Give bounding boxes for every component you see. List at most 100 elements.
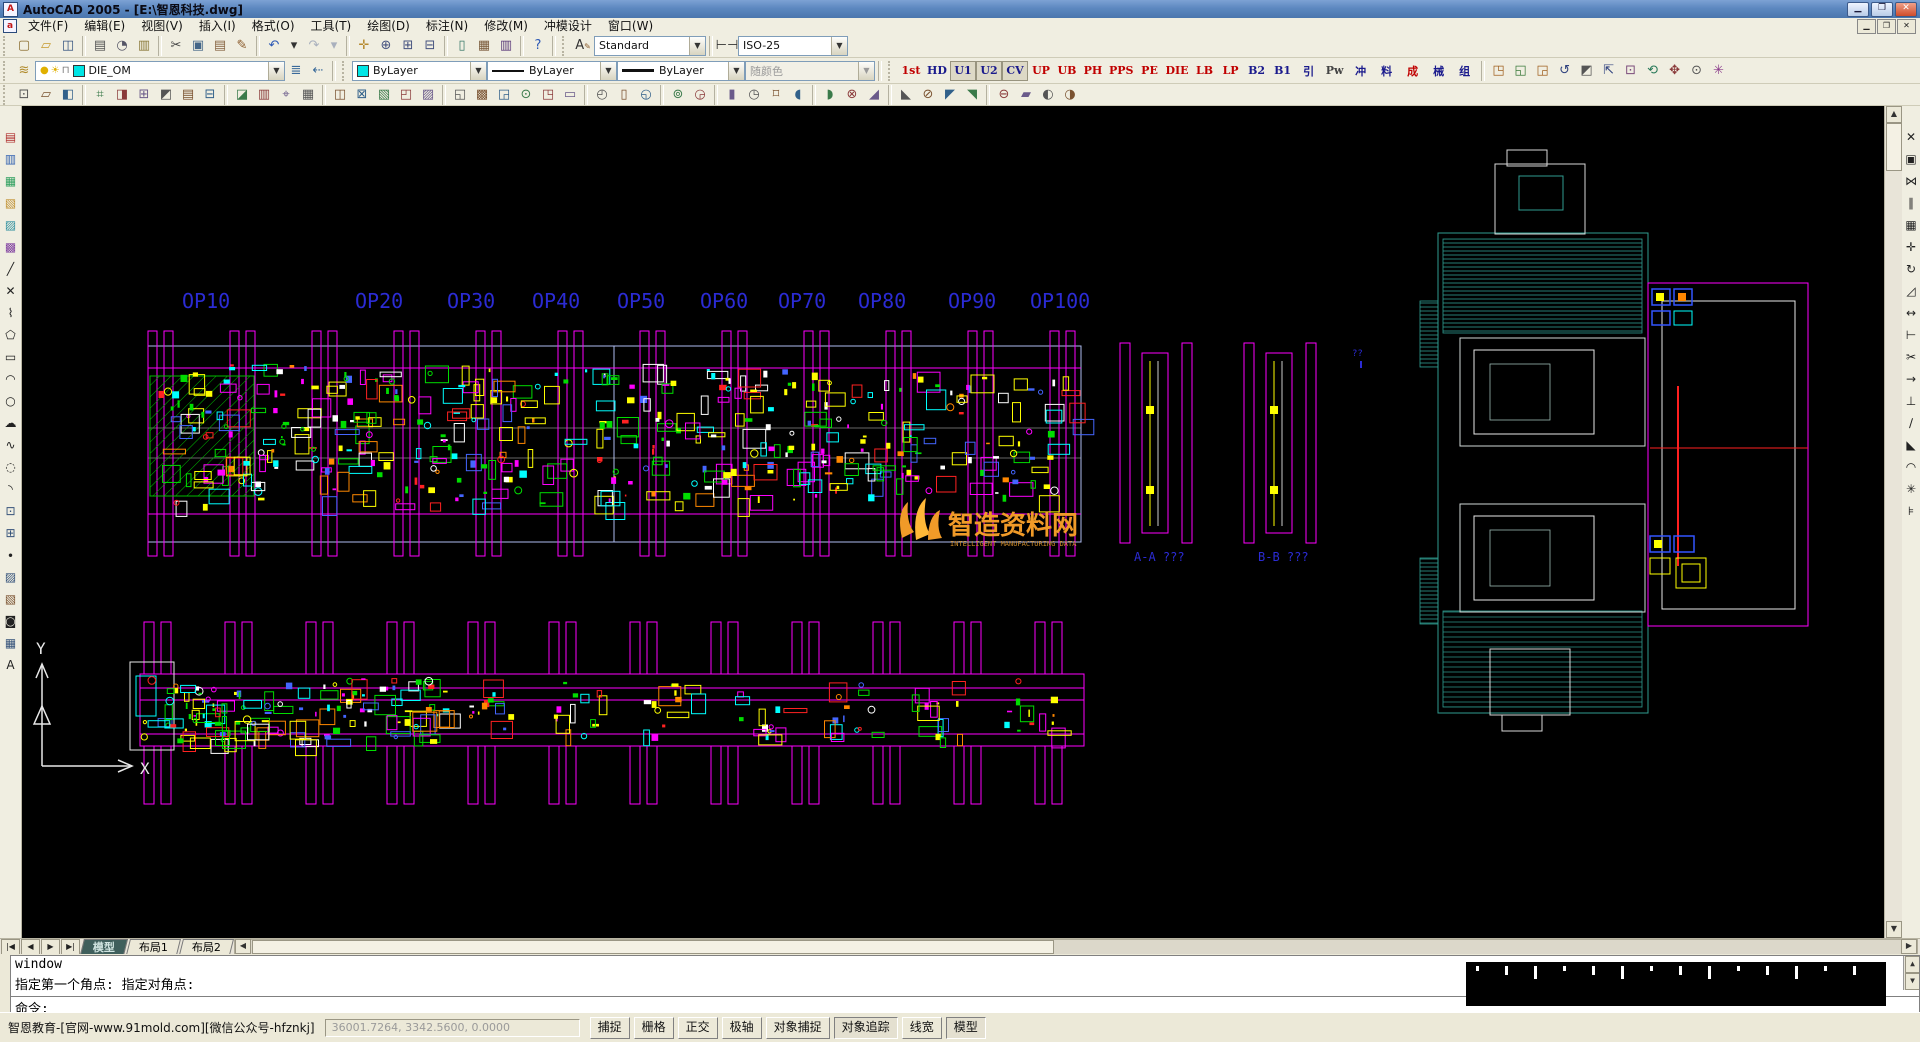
toolbar-icon[interactable]: ◫	[329, 84, 351, 106]
menu-item[interactable]: 编辑(E)	[76, 19, 133, 33]
lengthen-icon[interactable]: ⊢	[1901, 324, 1920, 346]
last-tab-icon[interactable]: ▶|	[61, 939, 80, 955]
toolbar-icon[interactable]: ◵	[635, 84, 657, 106]
toolbar-icon[interactable]: ◣	[895, 84, 917, 106]
publish-icon[interactable]: ▥	[133, 35, 155, 57]
tool-palettes-icon[interactable]: ▥	[495, 35, 517, 57]
pan-icon[interactable]: ✛	[353, 35, 375, 57]
die-design-button[interactable]: U2	[976, 61, 1002, 81]
toolbar-grip[interactable]	[3, 85, 9, 105]
die-design-button[interactable]: 1st	[898, 61, 924, 81]
menu-item[interactable]: 窗口(W)	[600, 19, 661, 33]
cut-icon[interactable]: ✂	[165, 35, 187, 57]
die-design-button[interactable]: B2	[1244, 61, 1270, 81]
die-tool-icon-1[interactable]: ◳	[1488, 60, 1510, 82]
die-design-button[interactable]: UP	[1028, 61, 1054, 81]
toolbar-icon[interactable]: ▯	[613, 84, 635, 106]
toolbar-icon[interactable]: ⊖	[993, 84, 1015, 106]
fillet-icon[interactable]: ◠	[1901, 456, 1920, 478]
die-tool-icon-10[interactable]: ⊙	[1686, 60, 1708, 82]
plot-icon[interactable]: ▤	[89, 35, 111, 57]
close-button[interactable]: ✕	[1895, 2, 1917, 17]
menu-item[interactable]: 格式(O)	[244, 19, 303, 33]
die-design-button[interactable]: CV	[1002, 61, 1028, 81]
toolbar-icon[interactable]: ▧	[373, 84, 395, 106]
toolbar-icon[interactable]: ◶	[689, 84, 711, 106]
menu-item[interactable]: 修改(M)	[476, 19, 536, 33]
palette-icon-6[interactable]: ▩	[1, 236, 21, 258]
chevron-down-icon[interactable]: ▼	[831, 37, 847, 55]
die-tool-icon-3[interactable]: ◲	[1532, 60, 1554, 82]
make-block-icon[interactable]: ⊞	[1, 522, 21, 544]
first-tab-icon[interactable]: |◀	[1, 939, 20, 955]
die-design-button[interactable]: U1	[950, 61, 976, 81]
offset-icon[interactable]: ∥	[1901, 192, 1920, 214]
die-design-button[interactable]: 冲	[1348, 61, 1374, 81]
toggle-对象追踪[interactable]: 对象追踪	[834, 1017, 898, 1039]
hatch-icon[interactable]: ▨	[1, 566, 21, 588]
command-scrollbar[interactable]: ▲ ▼	[1903, 956, 1919, 990]
vertical-scrollbar[interactable]: ▲ ▼	[1884, 106, 1902, 938]
toolbar-icon[interactable]: ▤	[177, 84, 199, 106]
plot-preview-icon[interactable]: ◔	[111, 35, 133, 57]
next-tab-icon[interactable]: ▶	[41, 939, 60, 955]
move-icon[interactable]: ✛	[1901, 236, 1920, 258]
scale-icon[interactable]: ◿	[1901, 280, 1920, 302]
vscroll-thumb[interactable]	[1886, 123, 1902, 171]
toolbar-icon[interactable]: ◢	[863, 84, 885, 106]
toolbar-icon[interactable]: ◱	[449, 84, 471, 106]
toolbar-icon[interactable]: ◳	[537, 84, 559, 106]
copy-object-icon[interactable]: ▣	[1901, 148, 1920, 170]
break-point-icon[interactable]: ⊥	[1901, 390, 1920, 412]
lineweight-combo[interactable]: ByLayer ▼	[617, 61, 745, 81]
open-icon[interactable]: ▱	[35, 35, 57, 57]
toolbar-icon[interactable]: ⊟	[199, 84, 221, 106]
revcloud-icon[interactable]: ☁	[1, 412, 21, 434]
toolbar-icon[interactable]: ◗	[819, 84, 841, 106]
zoom-realtime-icon[interactable]: ⊕	[375, 35, 397, 57]
new-icon[interactable]: ▢	[13, 35, 35, 57]
toolbar-icon[interactable]: ◤	[939, 84, 961, 106]
rotate-icon[interactable]: ↻	[1901, 258, 1920, 280]
layer-combo[interactable]: ● ☀ ⊓ DIE_OM ▼	[35, 61, 285, 81]
die-tool-icon-9[interactable]: ✥	[1664, 60, 1686, 82]
designcenter-icon[interactable]: ▦	[473, 35, 495, 57]
properties-icon[interactable]: ▯	[451, 35, 473, 57]
toggle-栅格[interactable]: 栅格	[634, 1017, 674, 1039]
toolbar-icon[interactable]: ▦	[297, 84, 319, 106]
toggle-模型[interactable]: 模型	[946, 1017, 986, 1039]
scroll-down-icon[interactable]: ▼	[1886, 921, 1902, 938]
toolbar-icon[interactable]: ◴	[591, 84, 613, 106]
die-tool-icon-6[interactable]: ⇱	[1598, 60, 1620, 82]
toolbar-icon[interactable]: ◷	[743, 84, 765, 106]
maximize-button[interactable]: ❐	[1871, 2, 1893, 17]
palette-icon-4[interactable]: ▧	[1, 192, 21, 214]
color-combo[interactable]: ByLayer ▼	[352, 61, 487, 81]
table-icon[interactable]: ▦	[1, 632, 21, 654]
make-object-layer-current-icon[interactable]: ≣	[285, 60, 307, 82]
die-design-button[interactable]: B1	[1270, 61, 1296, 81]
layer-previous-icon[interactable]: ⇠	[307, 60, 329, 82]
coordinate-display[interactable]: 36001.7264, 3342.5600, 0.0000	[325, 1019, 580, 1037]
redo-icon[interactable]: ↷	[303, 35, 325, 57]
die-design-button[interactable]: 引	[1296, 61, 1322, 81]
toolbar-icon[interactable]: ◐	[1037, 84, 1059, 106]
layer-properties-icon[interactable]: ≋	[13, 60, 35, 82]
array-icon[interactable]: ▦	[1901, 214, 1920, 236]
menu-item[interactable]: 冲模设计	[536, 19, 600, 33]
doc-restore-button[interactable]: ❐	[1877, 19, 1896, 34]
toolbar-icon[interactable]: ◪	[231, 84, 253, 106]
insert-block-icon[interactable]: ⊡	[1, 500, 21, 522]
menu-item[interactable]: 绘图(D)	[359, 19, 418, 33]
draworder-icon[interactable]: ⊡	[13, 84, 35, 106]
menu-item[interactable]: 插入(I)	[191, 19, 244, 33]
palette-icon-1[interactable]: ▤	[1, 126, 21, 148]
toolbar-icon[interactable]: ▩	[471, 84, 493, 106]
ellipse-arc-icon[interactable]: ◝	[1, 478, 21, 500]
scroll-right-icon[interactable]: ▶	[1901, 939, 1917, 954]
rectangle-icon[interactable]: ▭	[1, 346, 21, 368]
drawing-canvas[interactable]: OP10OP20OP30OP40OP50OP60OP70OP80OP90OP10…	[22, 106, 1884, 938]
toolbar-icon[interactable]: ▱	[35, 84, 57, 106]
die-design-button[interactable]: LP	[1218, 61, 1244, 81]
palette-icon-5[interactable]: ▨	[1, 214, 21, 236]
